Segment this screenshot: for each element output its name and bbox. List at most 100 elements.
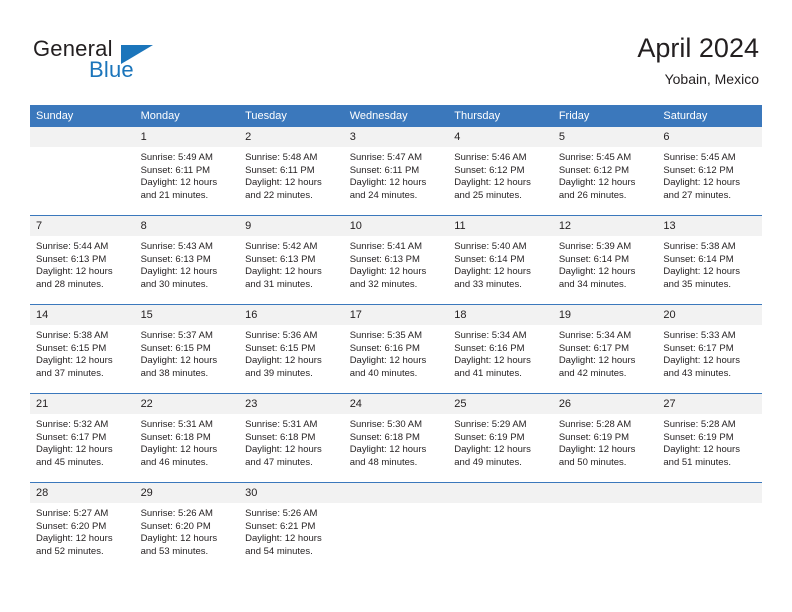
calendar-body: 1 Sunrise: 5:49 AM Sunset: 6:11 PM Daylight… (30, 127, 762, 571)
calendar-day-cell[interactable]: 21 Sunrise: 5:32 AM Sunset: 6:17 PM Dayligh… (30, 393, 135, 483)
weekday-header-wednesday: Wednesday (343, 105, 449, 127)
day-number: 18 (448, 305, 553, 325)
daylight-text-line2: and 28 minutes. (36, 278, 104, 290)
calendar-day-cell[interactable]: 29 Sunrise: 5:26 AM Sunset: 6:20 PM Dayligh… (134, 482, 240, 571)
calendar-day-cell[interactable]: 18 Sunrise: 5:34 AM Sunset: 6:16 PM Dayligh… (448, 304, 553, 394)
daylight-text-line2: and 38 minutes. (140, 367, 209, 379)
calendar-day-cell-empty (552, 482, 658, 571)
sunrise-text: Sunrise: 5:45 AM (663, 152, 736, 163)
calendar-day-cell[interactable]: 17 Sunrise: 5:35 AM Sunset: 6:16 PM Dayligh… (343, 304, 449, 394)
day-number: 23 (239, 394, 344, 414)
day-details: Sunrise: 5:30 AM Sunset: 6:18 PM Daylight:… (344, 414, 449, 469)
sunrise-text: Sunrise: 5:40 AM (454, 241, 527, 252)
sunrise-text: Sunrise: 5:28 AM (663, 419, 736, 430)
day-number: 2 (239, 127, 344, 147)
day-number: 8 (134, 216, 240, 236)
daylight-text-line1: Daylight: 12 hours (245, 266, 322, 278)
calendar-day-cell[interactable]: 24 Sunrise: 5:30 AM Sunset: 6:18 PM Dayligh… (343, 393, 449, 483)
sunrise-text: Sunrise: 5:39 AM (558, 241, 632, 252)
day-details: Sunrise: 5:37 AM Sunset: 6:15 PM Daylight:… (135, 325, 240, 380)
daylight-text-line1: Daylight: 12 hours (558, 266, 636, 278)
calendar-day-cell[interactable]: 2 Sunrise: 5:48 AM Sunset: 6:11 PM Daylight… (239, 127, 344, 216)
sunrise-text: Sunrise: 5:38 AM (663, 241, 736, 252)
day-number: 25 (448, 394, 553, 414)
calendar-day-cell[interactable]: 12 Sunrise: 5:39 AM Sunset: 6:14 PM Dayligh… (552, 215, 658, 305)
calendar-day-cell[interactable]: 27 Sunrise: 5:28 AM Sunset: 6:19 PM Dayligh… (657, 393, 762, 483)
calendar-day-cell[interactable]: 5 Sunrise: 5:45 AM Sunset: 6:12 PM Daylight… (552, 127, 658, 216)
day-number: 1 (134, 127, 240, 147)
calendar-day-cell[interactable]: 9 Sunrise: 5:42 AM Sunset: 6:13 PM Daylight… (239, 215, 344, 305)
day-details: Sunrise: 5:26 AM Sunset: 6:21 PM Daylight:… (239, 503, 344, 558)
daylight-text-line2: and 41 minutes. (454, 367, 522, 379)
calendar-day-cell[interactable]: 10 Sunrise: 5:41 AM Sunset: 6:13 PM Dayligh… (343, 215, 449, 305)
calendar-day-cell[interactable]: 19 Sunrise: 5:34 AM Sunset: 6:17 PM Dayligh… (552, 304, 658, 394)
daylight-text-line2: and 45 minutes. (36, 456, 104, 468)
day-number: 5 (552, 127, 658, 147)
daylight-text-line2: and 52 minutes. (36, 545, 104, 557)
calendar-day-cell[interactable]: 15 Sunrise: 5:37 AM Sunset: 6:15 PM Dayligh… (134, 304, 240, 394)
general-blue-logo[interactable]: General Blue (33, 36, 253, 86)
day-details: Sunrise: 5:40 AM Sunset: 6:14 PM Daylight:… (448, 236, 553, 291)
calendar-day-cell[interactable]: 22 Sunrise: 5:31 AM Sunset: 6:18 PM Dayligh… (134, 393, 240, 483)
day-details: Sunrise: 5:41 AM Sunset: 6:13 PM Daylight:… (344, 236, 449, 291)
daylight-text-line2: and 21 minutes. (140, 189, 209, 201)
daylight-text-line1: Daylight: 12 hours (454, 444, 531, 456)
daylight-text-line1: Daylight: 12 hours (140, 355, 218, 367)
sunset-text: Sunset: 6:19 PM (558, 431, 630, 443)
sunset-text: Sunset: 6:21 PM (245, 520, 316, 532)
day-details: Sunrise: 5:28 AM Sunset: 6:19 PM Daylight:… (657, 414, 762, 469)
day-number (30, 127, 135, 147)
sunrise-text: Sunrise: 5:35 AM (349, 330, 423, 341)
calendar-day-cell[interactable]: 25 Sunrise: 5:29 AM Sunset: 6:19 PM Dayligh… (448, 393, 553, 483)
weekday-header-tuesday: Tuesday (239, 105, 344, 127)
day-number: 24 (343, 394, 449, 414)
day-number: 28 (30, 483, 135, 503)
calendar-day-cell[interactable]: 26 Sunrise: 5:28 AM Sunset: 6:19 PM Dayligh… (552, 393, 658, 483)
calendar-day-cell[interactable]: 28 Sunrise: 5:27 AM Sunset: 6:20 PM Dayligh… (30, 482, 135, 571)
weekday-header-row: Sunday Monday Tuesday Wednesday Thursday… (30, 105, 762, 127)
calendar-day-cell[interactable]: 14 Sunrise: 5:38 AM Sunset: 6:15 PM Dayligh… (30, 304, 135, 394)
daylight-text-line1: Daylight: 12 hours (349, 177, 427, 189)
calendar-day-cell[interactable]: 23 Sunrise: 5:31 AM Sunset: 6:18 PM Dayligh… (239, 393, 344, 483)
sunrise-text: Sunrise: 5:27 AM (36, 508, 109, 519)
calendar-day-cell[interactable]: 7 Sunrise: 5:44 AM Sunset: 6:13 PM Daylight… (30, 215, 135, 305)
day-number: 15 (134, 305, 240, 325)
day-number: 16 (239, 305, 344, 325)
daylight-text-line2: and 50 minutes. (558, 456, 627, 468)
sunrise-text: Sunrise: 5:36 AM (245, 330, 318, 341)
calendar-day-cell[interactable]: 13 Sunrise: 5:38 AM Sunset: 6:14 PM Dayligh… (657, 215, 762, 305)
calendar-day-cell[interactable]: 20 Sunrise: 5:33 AM Sunset: 6:17 PM Dayligh… (657, 304, 762, 394)
calendar-day-cell[interactable]: 11 Sunrise: 5:40 AM Sunset: 6:14 PM Dayligh… (448, 215, 553, 305)
day-details: Sunrise: 5:36 AM Sunset: 6:15 PM Daylight:… (239, 325, 344, 380)
calendar-day-cell[interactable]: 8 Sunrise: 5:43 AM Sunset: 6:13 PM Daylight… (134, 215, 240, 305)
day-number: 7 (30, 216, 135, 236)
calendar-day-cell[interactable]: 6 Sunrise: 5:45 AM Sunset: 6:12 PM Daylight… (657, 127, 762, 216)
daylight-text-line1: Daylight: 12 hours (349, 266, 427, 278)
sunset-text: Sunset: 6:12 PM (663, 164, 734, 176)
daylight-text-line1: Daylight: 12 hours (663, 355, 740, 367)
daylight-text-line2: and 42 minutes. (558, 367, 627, 379)
calendar-week-row: 28 Sunrise: 5:27 AM Sunset: 6:20 PM Dayligh… (30, 482, 762, 571)
calendar-day-cell[interactable]: 4 Sunrise: 5:46 AM Sunset: 6:12 PM Daylight… (448, 127, 553, 216)
day-number: 30 (239, 483, 344, 503)
calendar-day-cell[interactable]: 30 Sunrise: 5:26 AM Sunset: 6:21 PM Dayligh… (239, 482, 344, 571)
sunrise-text: Sunrise: 5:43 AM (140, 241, 213, 252)
calendar-day-cell[interactable]: 1 Sunrise: 5:49 AM Sunset: 6:11 PM Daylight… (134, 127, 240, 216)
day-details: Sunrise: 5:45 AM Sunset: 6:12 PM Daylight:… (657, 147, 762, 202)
sunrise-text: Sunrise: 5:38 AM (36, 330, 109, 341)
sunset-text: Sunset: 6:12 PM (558, 164, 630, 176)
sunset-text: Sunset: 6:18 PM (245, 431, 316, 443)
day-number (448, 483, 553, 503)
sunset-text: Sunset: 6:19 PM (454, 431, 525, 443)
calendar-day-cell[interactable]: 16 Sunrise: 5:36 AM Sunset: 6:15 PM Dayligh… (239, 304, 344, 394)
calendar-day-cell[interactable]: 3 Sunrise: 5:47 AM Sunset: 6:11 PM Daylight… (343, 127, 449, 216)
page-header: General Blue April 2024 Yobain, Mexico (0, 0, 792, 100)
daylight-text-line2: and 32 minutes. (349, 278, 418, 290)
daylight-text-line1: Daylight: 12 hours (36, 266, 113, 278)
daylight-text-line1: Daylight: 12 hours (663, 177, 740, 189)
weekday-header-friday: Friday (552, 105, 658, 127)
day-details: Sunrise: 5:32 AM Sunset: 6:17 PM Daylight:… (30, 414, 135, 469)
day-number: 27 (657, 394, 762, 414)
daylight-text-line2: and 39 minutes. (245, 367, 313, 379)
daylight-text-line1: Daylight: 12 hours (349, 355, 427, 367)
